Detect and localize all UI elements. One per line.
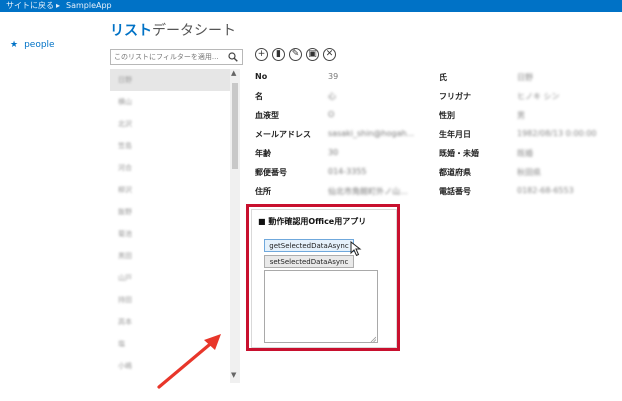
field-value: 日野 [517,73,533,82]
list-item-label: 高本 [118,318,132,326]
detail-row: No 39 氏 日野 [255,69,622,85]
annotation-arrow-icon [157,334,221,389]
field-value: 39 [328,72,339,81]
detail-row: 年齢 30 既婚・未婚 既婚 [255,145,622,161]
delete-icon[interactable]: ▮ [272,48,285,61]
field-label: フリガナ [439,92,471,101]
list-item[interactable]: 持田 [110,289,230,311]
top-bar: サイトに戻る ▸ SampleApp [0,0,622,12]
breadcrumb-separator: ▸ [56,1,61,10]
list-item-label: 飯野 [118,208,132,216]
list-item[interactable]: 菊池 [110,223,230,245]
field-value: 仙北市角館町外ノ山... [328,187,408,196]
scroll-thumb[interactable] [232,83,238,169]
field-label: 電話番号 [439,187,471,196]
field-value: O [328,110,335,119]
resize-grip-icon[interactable] [370,336,376,342]
field-label: 血液型 [255,111,279,120]
tab-datasheet[interactable]: データシート [152,20,236,40]
field-value: sasaki_shin@hogah... [328,129,415,138]
tab-list[interactable]: リスト [110,20,152,40]
nav-item-people[interactable]: ★ people [10,40,55,50]
detail-row: 郵便番号 014-3355 都道府県 秋田県 [255,164,622,180]
detail-row: 住所 仙北市角館町外ノ山... 電話番号 0182-68-6553 [255,183,622,199]
field-value: 1982/08/13 0:00:00 [517,129,597,138]
list-item[interactable]: 飯野 [110,201,230,223]
list-item-label: 塩 [118,340,125,348]
star-icon: ★ [10,40,19,50]
field-label: 氏 [439,73,447,82]
field-label: 名 [255,92,263,101]
detail-row: 血液型 O 性別 男 [255,107,622,123]
highlight-box: ■ 動作確認用Office用アプリ getSelectedDataAsync s… [246,204,400,351]
field-label: No [255,72,268,81]
field-label: 都道府県 [439,168,471,177]
list-item-label: 北沢 [118,120,132,128]
field-value: 既婚 [517,149,533,158]
result-textarea[interactable] [264,270,378,343]
list-item[interactable]: 北沢 [110,113,230,135]
set-selected-data-button[interactable]: setSelectedDataAsync [264,255,354,268]
field-value: 30 [328,148,339,157]
field-label: 生年月日 [439,130,471,139]
field-label: 年齢 [255,149,271,158]
list-scrollbar[interactable]: ▲ ▼ [230,69,240,383]
list-item-label: 菊池 [118,230,132,238]
field-label: 性別 [439,111,455,120]
list-item[interactable]: 黒田 [110,245,230,267]
left-nav: ★ people [0,12,90,401]
office-app-pane: ■ 動作確認用Office用アプリ getSelectedDataAsync s… [251,209,397,348]
scroll-down-icon[interactable]: ▼ [231,371,236,379]
get-selected-data-button[interactable]: getSelectedDataAsync [264,239,354,252]
filter-box [110,49,243,65]
field-label: 住所 [255,187,271,196]
mouse-pointer-icon [350,241,362,257]
field-value: 心 [328,92,336,101]
list-item[interactable]: 柳沢 [110,179,230,201]
list-item-label: 柳沢 [118,186,132,194]
list-item[interactable]: 河合 [110,157,230,179]
list-item-label: 持田 [118,296,132,304]
edit-icon[interactable]: ✎ [289,48,302,61]
list-item[interactable]: 笠島 [110,135,230,157]
field-label: 郵便番号 [255,168,287,177]
list-item-label: 日野 [118,76,132,84]
field-value: 秋田県 [517,168,541,177]
detail-row: 名 心 フリガナ ヒノキ シン [255,88,622,104]
field-value: ヒノキ シン [517,92,560,101]
list-item-label: 黒田 [118,252,132,260]
filter-input[interactable] [114,51,222,63]
list-item[interactable]: 横山 [110,91,230,113]
detail-row: メールアドレス sasaki_shin@hogah... 生年月日 1982/0… [255,126,622,142]
field-value: 014-3355 [328,167,367,176]
scroll-up-icon[interactable]: ▲ [231,69,236,77]
nav-item-label: people [24,40,55,50]
list-item-label: 小嶋 [118,362,132,370]
list-item-label: 河合 [118,164,132,172]
list-item-label: 横山 [118,98,132,106]
list-item[interactable]: 日野 [110,69,230,91]
app-title: ■ 動作確認用Office用アプリ [258,217,367,226]
field-value: 0182-68-6553 [517,186,574,195]
search-icon[interactable] [228,52,238,62]
save-icon[interactable]: ▣ [306,48,319,61]
cancel-icon[interactable]: ✕ [323,48,336,61]
back-to-site-link[interactable]: サイトに戻る [6,0,54,12]
add-icon[interactable]: + [255,48,268,61]
app-name[interactable]: SampleApp [66,0,112,12]
field-label: メールアドレス [255,130,311,139]
list-item-label: 山戸 [118,274,132,282]
list-item[interactable]: 山戸 [110,267,230,289]
field-label: 既婚・未婚 [439,149,479,158]
list-item-label: 笠島 [118,142,132,150]
field-value: 男 [517,111,525,120]
